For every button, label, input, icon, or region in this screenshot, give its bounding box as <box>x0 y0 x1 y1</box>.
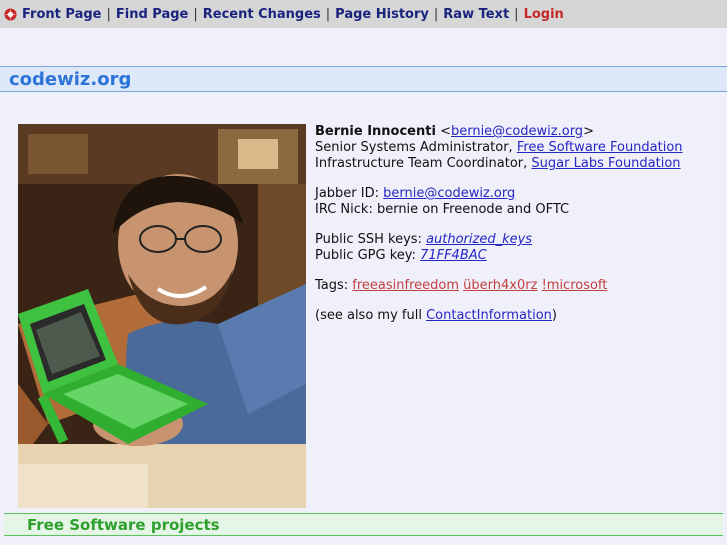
nav-recent-changes[interactable]: Recent Changes <box>203 7 321 22</box>
nav-separator: | <box>325 6 331 22</box>
ssh-keys-link[interactable]: authorized_keys <box>426 232 532 247</box>
nav-front-page[interactable]: Front Page <box>22 7 101 22</box>
section-header: Free Software projects <box>4 513 723 536</box>
see-also-suffix: ) <box>551 308 557 323</box>
contact-info-link[interactable]: ContactInformation <box>426 308 552 323</box>
nav-login[interactable]: Login <box>524 7 564 22</box>
nav-raw-text[interactable]: Raw Text <box>443 7 509 22</box>
tag-link[interactable]: !microsoft <box>542 278 608 293</box>
keys-block: Public SSH keys: authorized_keys Public … <box>315 232 720 264</box>
tag-link[interactable]: überh4x0rz <box>463 278 537 293</box>
site-title: codewiz.org <box>9 68 132 90</box>
nav-separator: | <box>433 6 439 22</box>
gpg-key-link[interactable]: 71FF4BAC <box>420 248 487 263</box>
profile-photo-image <box>18 124 306 508</box>
gpg-label: Public GPG key: <box>315 248 421 263</box>
profile-info: Bernie Innocenti <bernie@codewiz.org> Se… <box>315 124 720 338</box>
nav-separator: | <box>193 6 198 22</box>
person-name: Bernie Innocenti <box>315 124 436 139</box>
site-title-bar: codewiz.org <box>0 66 727 92</box>
tag-link[interactable]: freeasinfreedom <box>352 278 459 293</box>
identity-block: Bernie Innocenti <bernie@codewiz.org> Se… <box>315 124 720 172</box>
nav-separator: | <box>514 6 519 22</box>
section-title: Free Software projects <box>27 515 220 534</box>
nav-find-page[interactable]: Find Page <box>116 7 189 22</box>
email-open-bracket: < <box>440 124 451 139</box>
wiki-logo-icon[interactable] <box>4 7 17 21</box>
tags-label: Tags: <box>315 278 353 293</box>
jabber-link[interactable]: bernie@codewiz.org <box>383 186 515 201</box>
email-link[interactable]: bernie@codewiz.org <box>451 124 583 139</box>
irc-text: IRC Nick: bernie on Freenode and OFTC <box>315 202 570 217</box>
nav-page-history[interactable]: Page History <box>335 7 429 22</box>
jabber-label: Jabber ID: <box>315 186 384 201</box>
ssh-label: Public SSH keys: <box>315 232 427 247</box>
sugarlabs-link[interactable]: Sugar Labs Foundation <box>531 156 680 171</box>
role1-text: Senior Systems Administrator, <box>315 140 517 155</box>
profile-photo <box>18 124 306 508</box>
see-also-prefix: (see also my full <box>315 308 427 323</box>
nav-separator: | <box>106 6 111 22</box>
tags-block: Tags: freeasinfreedom überh4x0rz !micros… <box>315 278 720 294</box>
fsf-link[interactable]: Free Software Foundation <box>517 140 683 155</box>
email-close-bracket: > <box>583 124 594 139</box>
see-also-block: (see also my full ContactInformation) <box>315 308 720 324</box>
top-navbar: Front Page | Find Page | Recent Changes … <box>0 0 727 28</box>
contact-block: Jabber ID: bernie@codewiz.org IRC Nick: … <box>315 186 720 218</box>
role2-text: Infrastructure Team Coordinator, <box>315 156 532 171</box>
